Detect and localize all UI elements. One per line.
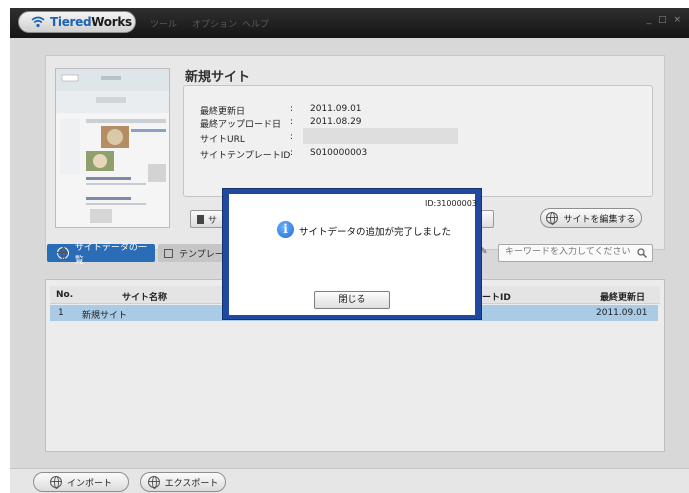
label-last-updated: 最終更新日 <box>200 107 246 117</box>
tab-site-data-list[interactable]: サイトデータの一覧 <box>47 243 155 266</box>
site-action-label: サ <box>208 215 218 226</box>
menu-help[interactable]: ヘルプ <box>242 17 269 30</box>
column-header-no[interactable]: No. <box>56 290 73 300</box>
colon: : <box>290 148 294 158</box>
site-url-field <box>303 128 458 144</box>
document-icon <box>197 214 204 224</box>
column-header-site-name[interactable]: サイト名称 <box>122 290 167 303</box>
value-last-upload: 2011.08.29 <box>310 117 362 127</box>
search-box[interactable] <box>498 244 653 262</box>
edit-site-button[interactable]: サイトを編集する <box>540 208 642 228</box>
value-last-updated: 2011.09.01 <box>310 104 362 114</box>
label-site-url: サイトURL <box>200 135 245 145</box>
edit-site-label: サイトを編集する <box>563 214 636 225</box>
app-window: TieredWorks ツール オプション ヘルプ _ □ × 新規サイト 最終… <box>0 0 689 493</box>
app-logo: TieredWorks <box>18 11 136 33</box>
globe-icon <box>57 247 69 260</box>
export-button[interactable]: エクスポート <box>140 472 226 492</box>
tab-site-data-label: サイトデータの一覧 <box>74 243 147 266</box>
label-last-upload: 最終アップロード日 <box>200 120 282 130</box>
site-title: 新規サイト <box>185 70 251 85</box>
row-last-updated: 2011.09.01 <box>596 308 648 318</box>
app-name-part1: Tiered <box>50 15 92 29</box>
globe-icon <box>147 476 160 489</box>
globe-icon <box>546 212 559 225</box>
info-icon: i <box>277 221 294 238</box>
row-no: 1 <box>58 308 64 318</box>
menu-tools[interactable]: ツール <box>150 17 177 30</box>
site-thumbnail[interactable] <box>55 68 170 228</box>
thumbnail-preview <box>56 69 169 223</box>
close-button[interactable]: 閉じる <box>314 291 390 309</box>
wifi-icon <box>31 16 45 28</box>
import-button[interactable]: インポート <box>33 472 129 492</box>
dialog-message: サイトデータの追加が完了しました <box>299 227 452 238</box>
window-controls[interactable]: _ □ × <box>647 15 683 25</box>
menu-options[interactable]: オプション <box>192 17 237 30</box>
title-bar: TieredWorks ツール オプション ヘルプ _ □ × <box>10 8 689 38</box>
dialog-id: ID:31000003 <box>425 199 477 208</box>
globe-icon <box>49 476 62 489</box>
value-template-id: S010000003 <box>310 148 368 158</box>
row-site-name: 新規サイト <box>82 311 128 321</box>
app-name-part2: Works <box>91 15 132 29</box>
import-label: インポート <box>66 478 112 489</box>
column-header-last-updated[interactable]: 最終更新日 <box>600 290 645 303</box>
app-name: TieredWorks <box>50 15 132 29</box>
column-header-template-id[interactable]: ートID <box>482 290 511 303</box>
colon: : <box>290 117 294 127</box>
template-icon <box>164 248 173 258</box>
label-template-id: サイトテンプレートID <box>200 151 291 161</box>
search-input[interactable] <box>505 247 630 257</box>
export-label: エクスポート <box>164 478 219 489</box>
colon: : <box>290 104 294 114</box>
colon: : <box>290 132 294 142</box>
search-icon[interactable] <box>637 248 647 258</box>
